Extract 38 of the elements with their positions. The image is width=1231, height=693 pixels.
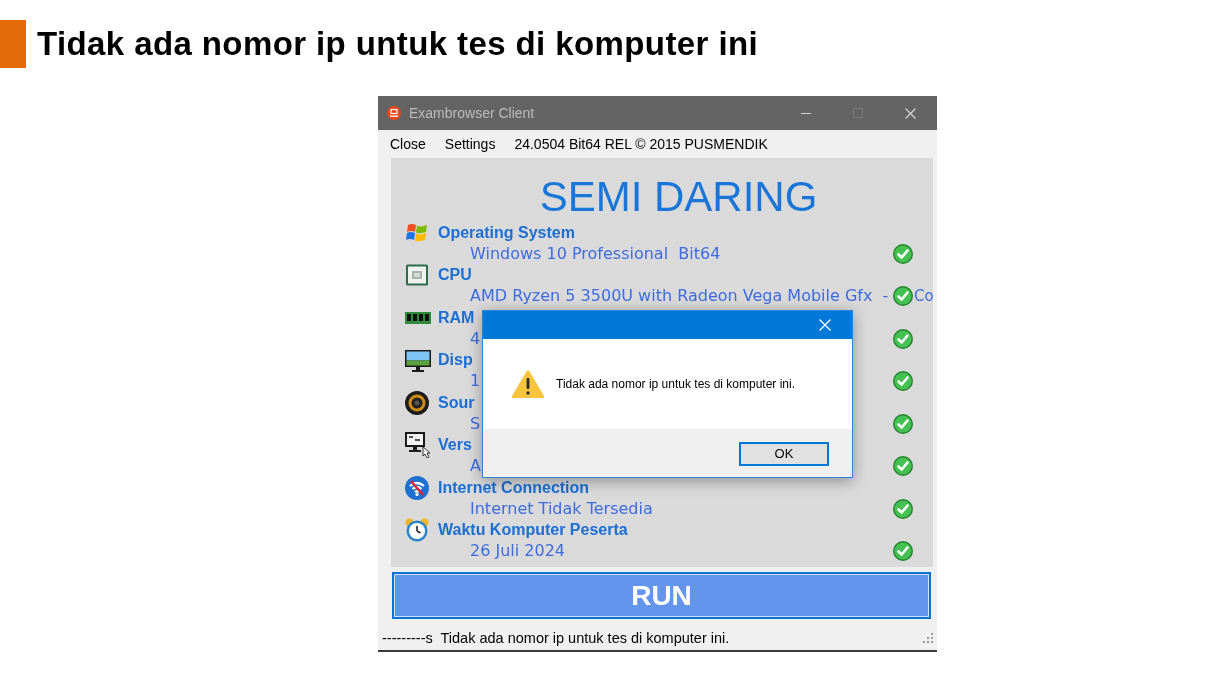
spec-value-tail: Co bbox=[914, 286, 934, 307]
accent-bar bbox=[0, 20, 26, 68]
spec-title: RAM bbox=[438, 307, 475, 328]
wifi-off-icon bbox=[405, 475, 429, 500]
spec-value: S bbox=[470, 413, 481, 434]
app-logo-icon bbox=[387, 106, 401, 120]
warning-icon bbox=[511, 369, 545, 399]
spec-value: Internet Tidak Tersedia bbox=[470, 498, 653, 519]
spec-value: 26 Juli 2024 bbox=[470, 541, 565, 562]
monitor-icon bbox=[405, 348, 431, 372]
computer-pointer-icon bbox=[405, 432, 431, 458]
close-icon bbox=[819, 319, 831, 331]
spec-value: A bbox=[470, 456, 481, 477]
menu-item[interactable]: Close bbox=[390, 134, 426, 154]
spec-title: Operating System bbox=[438, 222, 575, 243]
spec-value: 1 bbox=[470, 371, 481, 392]
spec-value: Windows 10 Professional Bit64 bbox=[470, 243, 721, 264]
chip-icon bbox=[405, 263, 429, 287]
memory-stick-icon bbox=[405, 311, 431, 324]
spec-title: CPU bbox=[438, 265, 472, 285]
window-title: Exambrowser Client bbox=[409, 103, 535, 123]
spec-value: AMD Ryzen 5 3500U with Radeon Vega Mobile Gfx - bbox=[470, 286, 889, 307]
dialog-message: Tidak ada nomor ip untuk tes di komputer ini. bbox=[556, 376, 795, 392]
spec-title: Disp bbox=[438, 350, 473, 370]
spec-title: Waktu Komputer Peserta bbox=[438, 520, 628, 540]
spec-title: Internet Connection bbox=[438, 477, 590, 498]
resize-grip-icon bbox=[923, 632, 933, 643]
spec-value: 4 bbox=[470, 328, 481, 349]
spec-title: Vers bbox=[438, 435, 472, 455]
alarm-clock-icon bbox=[405, 518, 429, 542]
speaker-icon bbox=[405, 390, 429, 415]
mode-heading: SEMI DARING bbox=[539, 172, 818, 222]
status-text: ---------s Tidak ada nomor ip untuk tes di komputer ini. bbox=[382, 628, 730, 647]
version-label: 24.0504 Bit64 REL © 2015 PUSMENDIK bbox=[514, 135, 768, 154]
slide-title: Tidak ada nomor ip untuk tes di komputer ini bbox=[37, 24, 759, 64]
menu-item[interactable]: Settings bbox=[444, 134, 496, 154]
spec-title: Sour bbox=[438, 392, 475, 413]
ok-button[interactable]: OK bbox=[739, 442, 829, 466]
